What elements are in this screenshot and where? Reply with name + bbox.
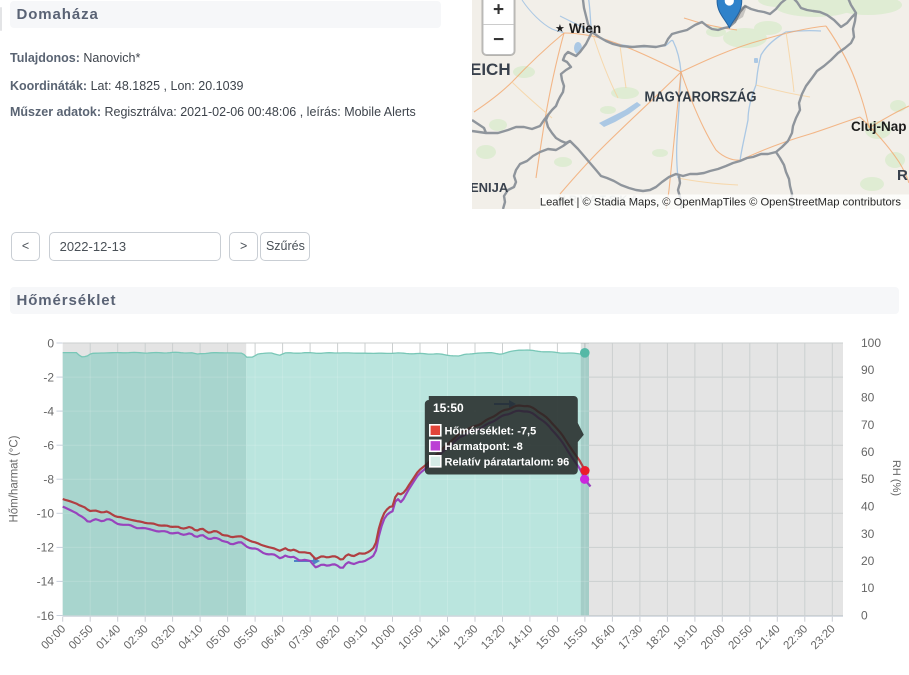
svg-text:R: R xyxy=(897,167,908,184)
svg-text:-6: -6 xyxy=(43,439,54,453)
svg-text:★: ★ xyxy=(555,23,565,35)
svg-text:80: 80 xyxy=(861,391,875,405)
svg-text:21:40: 21:40 xyxy=(754,623,783,652)
svg-text:Hőmérséklet: -7,5: Hőmérséklet: -7,5 xyxy=(445,426,537,438)
svg-text:Leaflet | © Stadia Maps, © Ope: Leaflet | © Stadia Maps, © OpenMapTiles … xyxy=(540,196,902,208)
svg-text:13:20: 13:20 xyxy=(479,623,508,652)
svg-text:-10: -10 xyxy=(37,507,55,521)
svg-text:-12: -12 xyxy=(37,541,55,555)
svg-text:14:10: 14:10 xyxy=(507,623,536,652)
svg-text:15:00: 15:00 xyxy=(534,623,563,652)
svg-text:00:50: 00:50 xyxy=(67,623,96,652)
svg-text:Hőm/harmat (°C): Hőm/harmat (°C) xyxy=(9,435,21,522)
svg-text:16:40: 16:40 xyxy=(589,623,618,652)
svg-text:11:40: 11:40 xyxy=(425,623,453,651)
svg-text:60: 60 xyxy=(861,445,875,459)
svg-text:00:00: 00:00 xyxy=(39,623,68,652)
svg-text:ENIJA: ENIJA xyxy=(472,180,509,195)
svg-text:20:00: 20:00 xyxy=(699,623,728,652)
svg-text:19:10: 19:10 xyxy=(672,623,701,652)
svg-text:−: − xyxy=(493,30,504,51)
svg-text:03:20: 03:20 xyxy=(149,623,178,652)
svg-text:50: 50 xyxy=(861,472,875,486)
svg-text:10:00: 10:00 xyxy=(369,623,398,652)
svg-text:06:40: 06:40 xyxy=(259,623,288,652)
svg-text:05:50: 05:50 xyxy=(232,623,261,652)
svg-text:+: + xyxy=(493,0,504,21)
svg-text:-2: -2 xyxy=(43,370,54,384)
svg-text:18:20: 18:20 xyxy=(644,623,673,652)
svg-text:12:30: 12:30 xyxy=(452,623,481,652)
svg-text:20:50: 20:50 xyxy=(726,623,755,652)
svg-text:23:20: 23:20 xyxy=(809,623,838,652)
svg-text:40: 40 xyxy=(861,500,875,514)
svg-text:Relatív páratartalom: 96: Relatív páratartalom: 96 xyxy=(445,457,570,469)
svg-text:Wien: Wien xyxy=(569,21,601,36)
svg-text:15:50: 15:50 xyxy=(433,401,464,415)
svg-text:15:50: 15:50 xyxy=(562,623,591,652)
svg-text:90: 90 xyxy=(861,363,875,377)
svg-text:20: 20 xyxy=(861,554,875,568)
svg-text:02:30: 02:30 xyxy=(122,623,151,652)
svg-text:MAGYARORSZÁG: MAGYARORSZÁG xyxy=(645,89,757,106)
svg-text:30: 30 xyxy=(861,527,875,541)
svg-text:100: 100 xyxy=(861,336,881,350)
svg-text:22:30: 22:30 xyxy=(781,623,810,652)
svg-text:-4: -4 xyxy=(43,404,54,418)
svg-text:10: 10 xyxy=(861,581,875,595)
svg-text:-8: -8 xyxy=(43,473,54,487)
svg-text:07:30: 07:30 xyxy=(287,623,316,652)
svg-text:0: 0 xyxy=(47,336,54,350)
svg-text:-16: -16 xyxy=(37,609,55,623)
svg-text:05:00: 05:00 xyxy=(204,623,233,652)
svg-text:Cluj-Nap: Cluj-Nap xyxy=(851,119,907,134)
svg-text:04:10: 04:10 xyxy=(177,623,206,652)
svg-text:Harmatpont: -8: Harmatpont: -8 xyxy=(445,441,523,453)
svg-text:EICH: EICH xyxy=(472,60,511,79)
svg-text:08:20: 08:20 xyxy=(314,623,343,652)
svg-text:70: 70 xyxy=(861,418,875,432)
svg-text:0: 0 xyxy=(861,609,868,623)
svg-text:17:30: 17:30 xyxy=(617,623,646,652)
svg-text:10:50: 10:50 xyxy=(397,623,426,652)
svg-text:-14: -14 xyxy=(37,575,55,589)
svg-text:RH (%): RH (%) xyxy=(890,460,902,496)
svg-text:01:40: 01:40 xyxy=(94,623,123,652)
svg-text:09:10: 09:10 xyxy=(342,623,371,652)
